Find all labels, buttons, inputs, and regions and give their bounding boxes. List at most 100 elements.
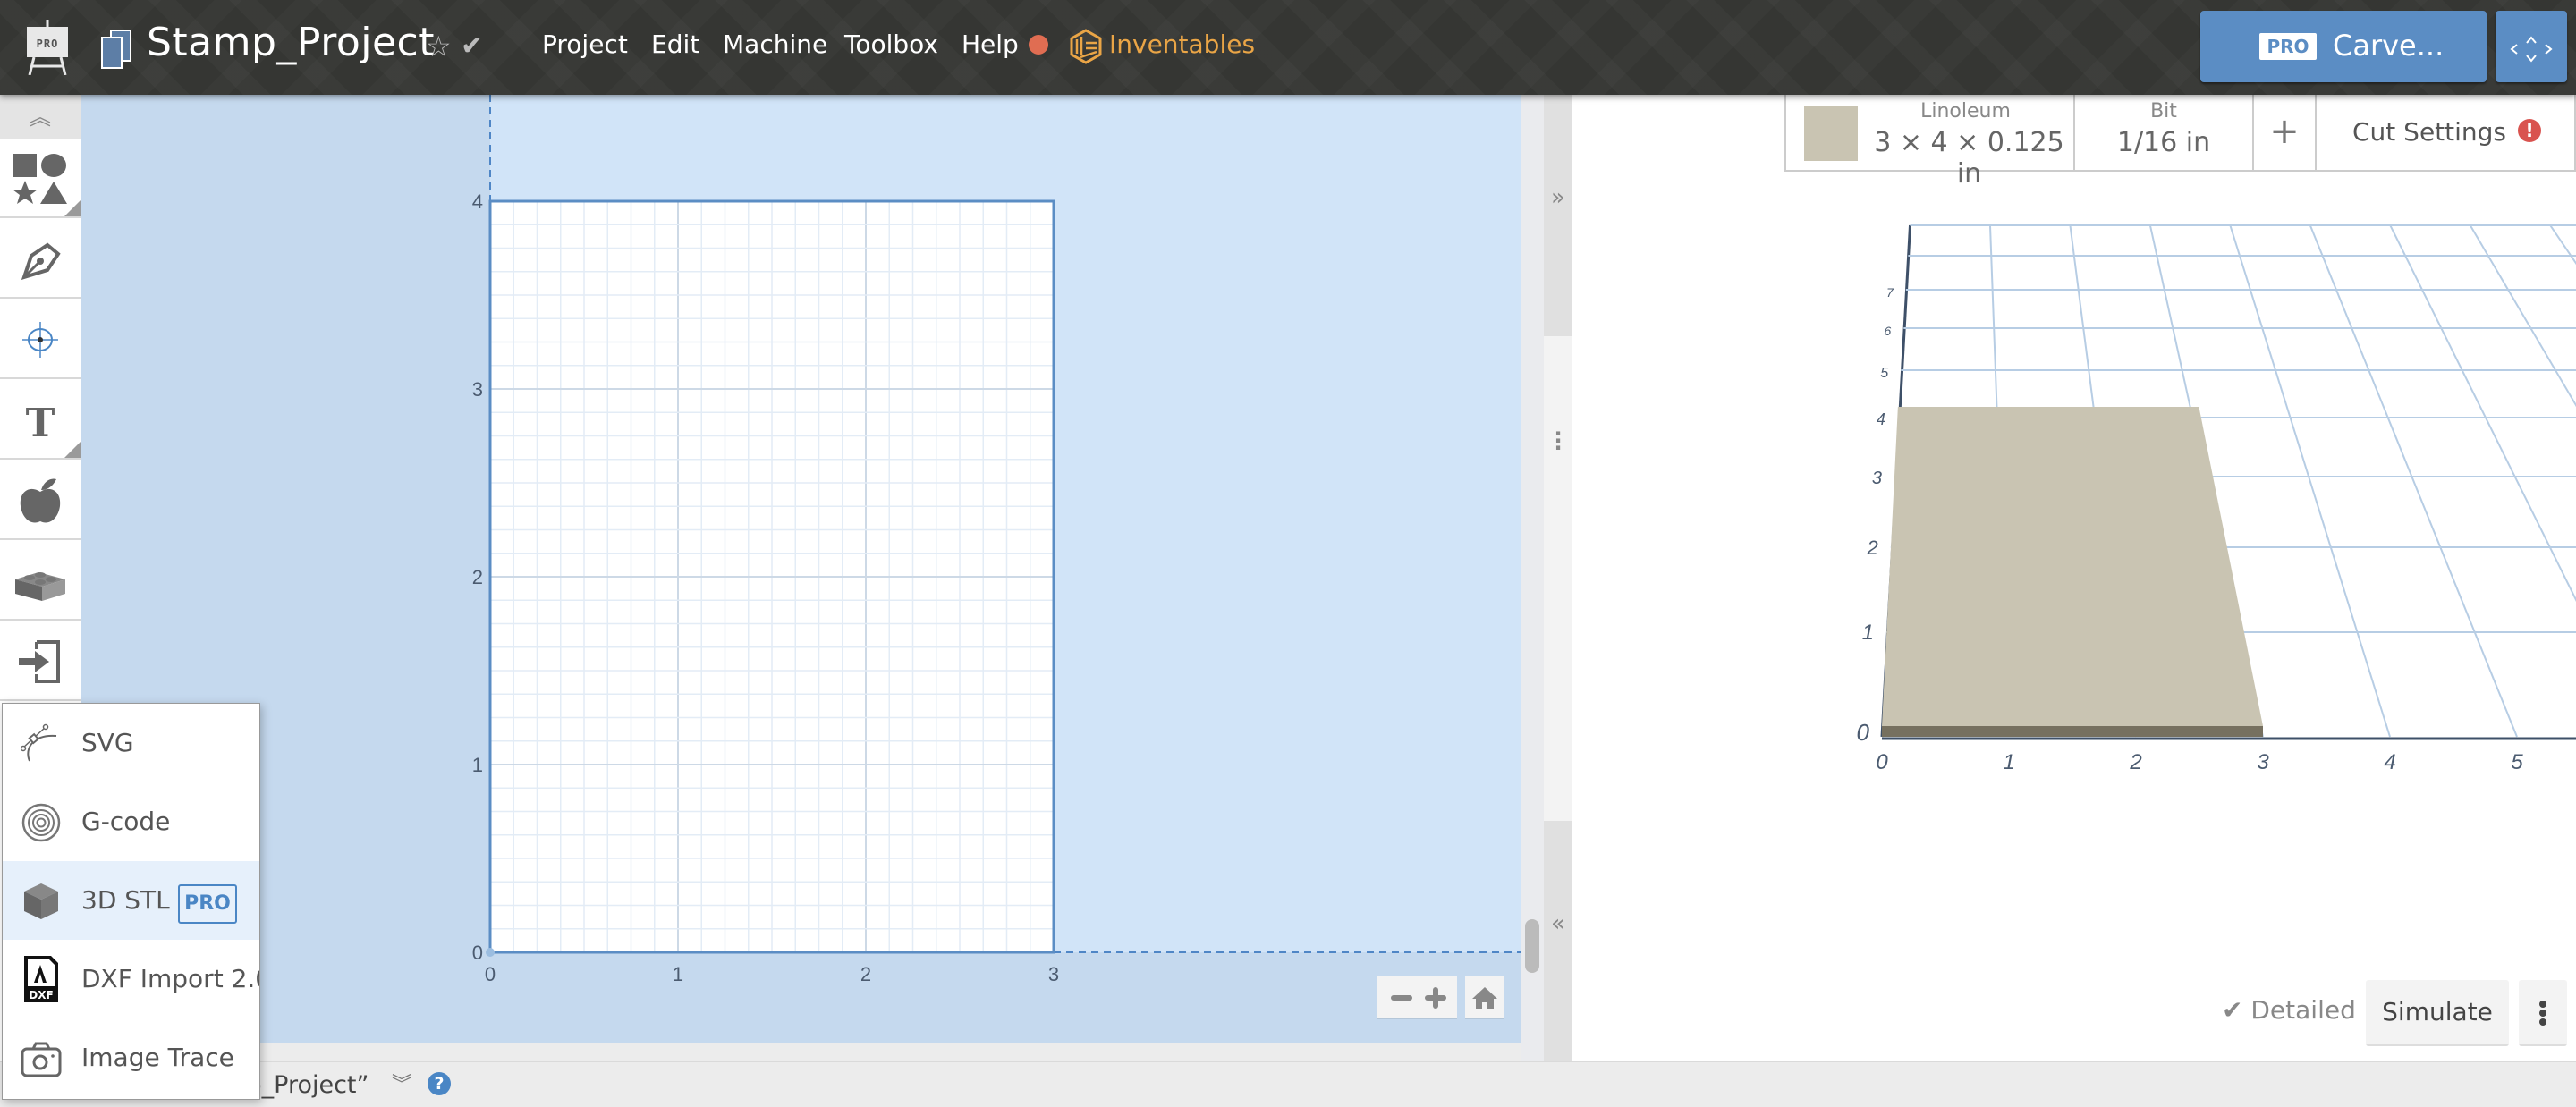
home-view-button[interactable] [1465, 976, 1504, 1019]
canvas-grid: 0 1 2 3 0 1 2 3 4 [472, 95, 1521, 985]
menu-help[interactable]: Help [962, 27, 1019, 63]
x-tick-label: 3 [2257, 750, 2269, 774]
bezier-curve-icon [21, 723, 57, 762]
collapse-toolbar-button[interactable]: ︽ [0, 95, 80, 139]
project-title[interactable]: Stamp_Project [147, 16, 435, 70]
camera-icon [21, 1042, 62, 1077]
detailed-label: Detailed [2250, 995, 2356, 1025]
bit-selector[interactable]: Bit 1/16 in [2075, 95, 2254, 170]
inventables-link[interactable]: Inventables [1109, 27, 1255, 63]
y-tick-label: 4 [1877, 410, 1885, 428]
tool-pen[interactable] [0, 220, 80, 299]
material-label: Linoleum [1920, 100, 2011, 123]
cut-settings-button[interactable]: Cut Settings ! [2317, 95, 2576, 170]
crosshair-point-icon [22, 322, 58, 358]
carve-button[interactable]: PRO Carve... [2200, 11, 2487, 82]
tool-text[interactable]: T [0, 381, 80, 460]
kebab-menu-icon [2539, 1001, 2546, 1026]
canvas-scrollbar-thumb[interactable] [1525, 919, 1539, 973]
tool-import[interactable] [0, 622, 80, 701]
submenu-indicator [64, 442, 80, 458]
menu-machine[interactable]: Machine [723, 27, 827, 63]
stock-front-face [1882, 726, 2263, 737]
stock-top-face [1882, 407, 2263, 726]
import-dxf[interactable]: DXF DXF Import 2.0 [3, 940, 259, 1018]
document-stack-icon[interactable] [100, 30, 132, 69]
menu-edit[interactable]: Edit [651, 27, 699, 63]
y-tick-label: 1 [472, 754, 483, 776]
double-chevron-down-icon[interactable]: ︾ [392, 1069, 411, 1102]
tool-point[interactable] [0, 300, 80, 379]
concentric-circles-icon [21, 803, 61, 842]
3d-preview[interactable]: 0 1 2 3 4 5 0 1 2 3 4 5 6 7 [1572, 95, 2576, 1061]
add-bit-button[interactable]: + [2254, 95, 2315, 170]
warning-icon: ! [2518, 119, 2541, 142]
import-icon [19, 640, 60, 683]
double-chevron-right-icon: » [1551, 184, 1565, 211]
y-tick-label: 7 [1886, 285, 1894, 300]
design-canvas[interactable]: 0 1 2 3 0 1 2 3 4 [81, 95, 1521, 1043]
y-tick-label: 1 [1862, 621, 1874, 645]
easel-pro-logo-icon[interactable]: PRO [25, 20, 70, 75]
simulate-button[interactable]: Simulate [2366, 980, 2509, 1046]
status-bar: ıp_Project” ︾ ? [0, 1061, 2576, 1107]
y-tick-label: 2 [1867, 537, 1878, 559]
x-tick-label: 0 [1876, 750, 1888, 774]
notification-dot[interactable] [1029, 35, 1048, 55]
expand-preview-button[interactable]: « [1544, 821, 1572, 1061]
svg-text:T: T [26, 401, 55, 446]
y-tick-label: 3 [472, 378, 483, 401]
material-selector[interactable]: Linoleum 3 × 4 × 0.125 in [1786, 95, 2075, 190]
tool-apps[interactable] [0, 542, 80, 621]
pen-tool-icon [21, 242, 61, 281]
material-dimensions: 3 × 4 × 0.125 in [1874, 127, 2064, 190]
y-tick-label: 5 [1880, 366, 1888, 381]
expand-canvas-button[interactable]: » [1544, 95, 1572, 336]
import-gcode-label: G-code [81, 807, 171, 836]
x-tick-label: 4 [2384, 750, 2395, 774]
import-3d-stl[interactable]: 3D STL PRO [3, 861, 259, 940]
apple-icon [20, 478, 61, 523]
canvas-scrollbar[interactable] [1521, 95, 1544, 1061]
pro-badge: PRO [2259, 33, 2317, 60]
shapes-icon [13, 154, 67, 204]
y-tick-label: 3 [1872, 469, 1882, 488]
import-image-trace[interactable]: Image Trace [3, 1018, 259, 1097]
import-3d-stl-label: 3D STL [81, 885, 170, 915]
tool-shapes[interactable] [0, 139, 80, 218]
help-icon[interactable]: ? [428, 1072, 451, 1095]
y-tick-label: 4 [472, 190, 483, 213]
tool-icons[interactable] [0, 461, 80, 540]
check-icon: ✔ [2222, 995, 2243, 1025]
pane-resize-handle[interactable]: · · · [1544, 336, 1572, 560]
cube-icon [24, 883, 58, 919]
saved-check-icon: ✔ [461, 30, 484, 62]
detailed-toggle[interactable]: ✔ Detailed [2222, 993, 2356, 1028]
cut-settings-label: Cut Settings [2352, 117, 2507, 147]
y-tick-label: 0 [1857, 719, 1870, 746]
import-menu: SVG G-code 3D STL PRO DXF DXF Import 2.0 [2, 703, 260, 1100]
grid-line [2549, 224, 2576, 266]
bit-label: Bit [2150, 100, 2177, 123]
menu-project[interactable]: Project [542, 27, 628, 63]
import-image-trace-label: Image Trace [81, 1043, 234, 1072]
carve-label: Carve... [2333, 29, 2445, 63]
import-svg-label: SVG [81, 728, 134, 757]
y-tick-label: 6 [1884, 324, 1891, 338]
grid-line [2309, 224, 2518, 738]
star-icon[interactable]: ☆ [426, 27, 452, 66]
add-bit-cell: + [2254, 95, 2317, 170]
minus-icon[interactable] [1386, 976, 1417, 1019]
plus-icon[interactable] [1420, 976, 1451, 1019]
lego-brick-icon [15, 572, 65, 601]
import-gcode[interactable]: G-code [3, 782, 259, 861]
menu-toolbox[interactable]: Toolbox [844, 27, 938, 63]
import-svg[interactable]: SVG [3, 704, 259, 782]
more-options-button[interactable] [2519, 980, 2567, 1046]
x-tick-label: 2 [860, 963, 871, 985]
x-tick-label: 0 [485, 963, 496, 985]
bit-value: 1/16 in [2116, 127, 2211, 158]
x-tick-label: 2 [2129, 750, 2141, 774]
inventables-logo-icon[interactable] [1070, 29, 1102, 64]
jog-machine-button[interactable] [2496, 11, 2567, 82]
